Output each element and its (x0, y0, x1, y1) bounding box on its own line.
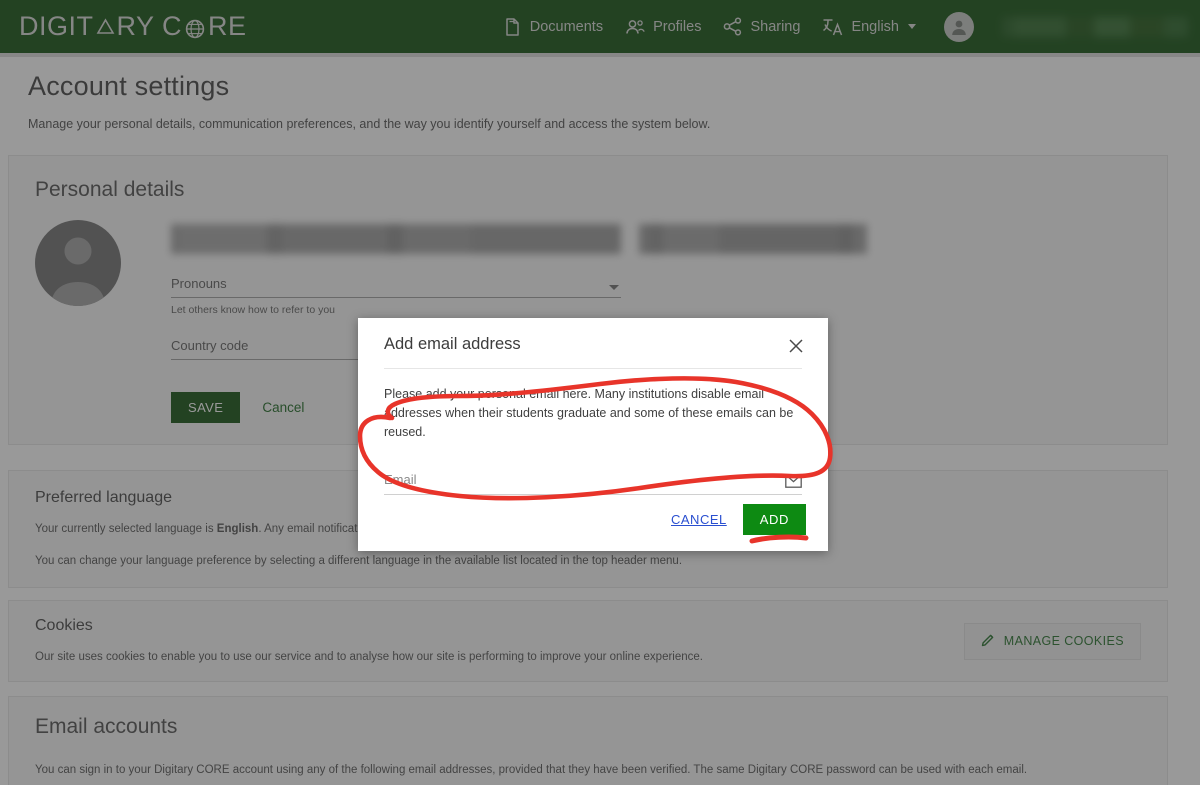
dialog-body: Please add your personal email here. Man… (358, 369, 828, 496)
email-input-wrapper[interactable]: Email (384, 472, 802, 496)
close-icon[interactable] (788, 335, 804, 354)
dialog-description: Please add your personal email here. Man… (384, 387, 794, 439)
dialog-actions: CANCEL ADD (671, 504, 806, 535)
dialog-header: Add email address (358, 318, 828, 354)
dialog-cancel-link[interactable]: CANCEL (671, 512, 727, 527)
add-email-dialog: Add email address Please add your person… (358, 318, 828, 551)
email-input-placeholder: Email (384, 472, 417, 488)
dialog-add-button[interactable]: ADD (742, 504, 806, 535)
email-input-underline (384, 493, 802, 496)
dialog-title: Add email address (384, 335, 521, 353)
screen-root: DIGITRY CRE Documents Profiles (0, 0, 1200, 785)
envelope-icon (785, 474, 802, 489)
